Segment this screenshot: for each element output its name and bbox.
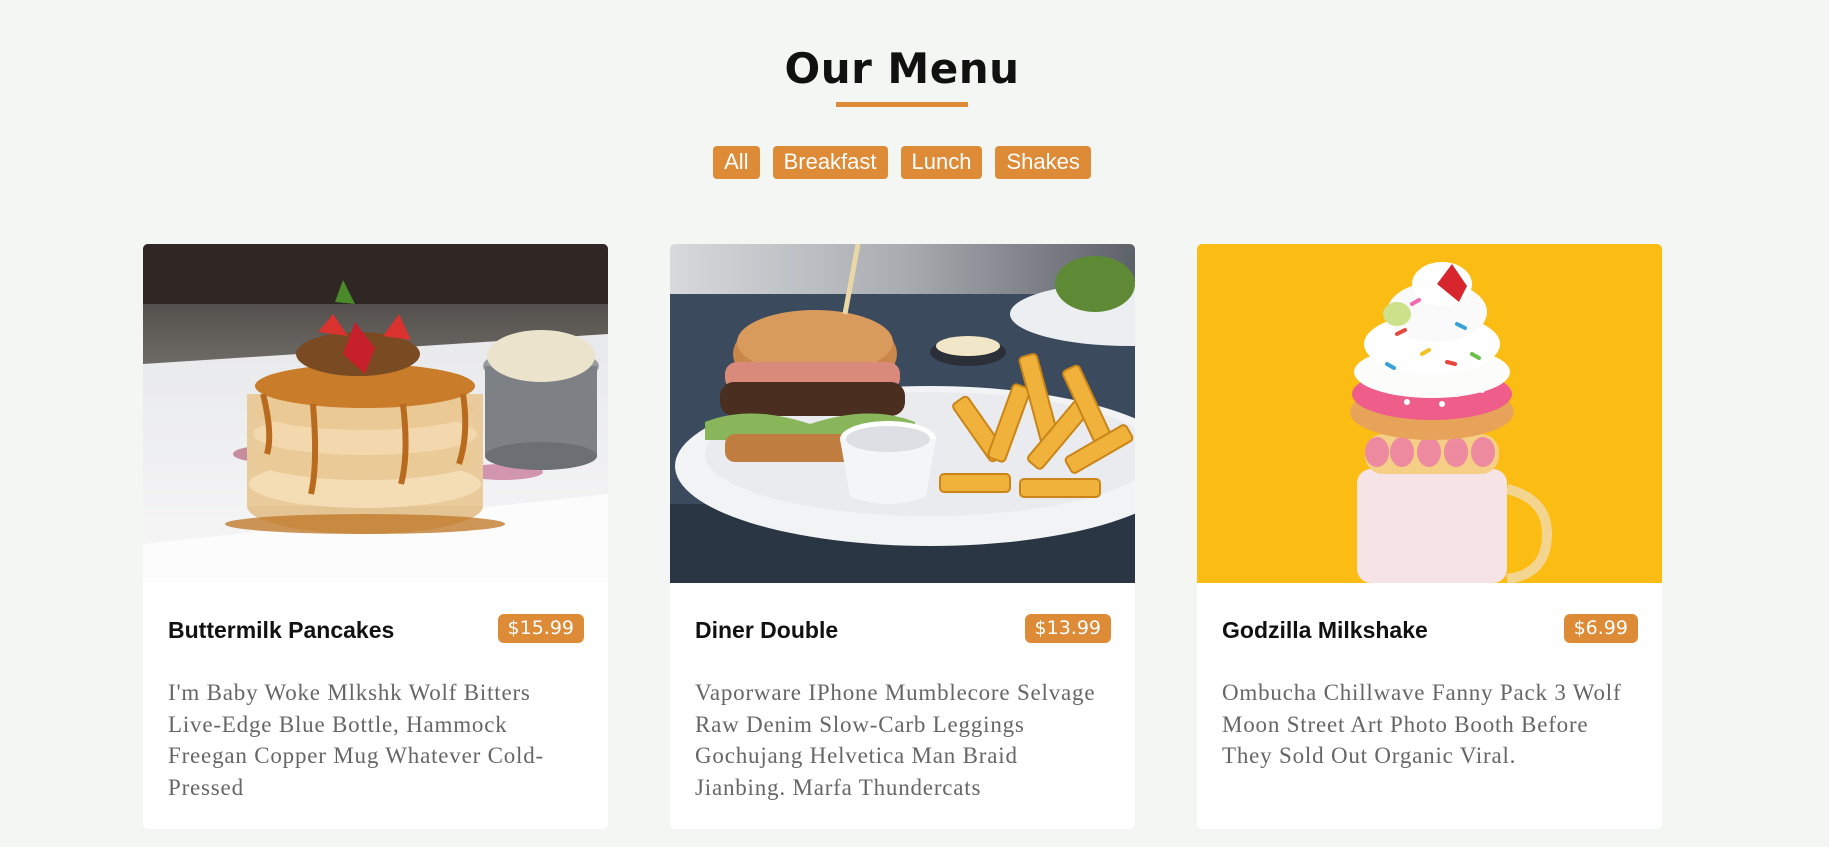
milkshake-with-donut-photo — [1197, 244, 1662, 583]
filter-lunch-button[interactable]: Lunch — [900, 146, 983, 179]
price-badge: $15.99 — [497, 614, 584, 643]
item-description: Vaporware IPhone Mumblecore Selvage Raw … — [695, 680, 1096, 800]
card-header: Buttermilk Pancakes $15.99 — [168, 614, 584, 646]
item-description: Ombucha Chillwave Fanny Pack 3 Wolf Moon… — [1222, 680, 1622, 768]
filter-shakes-button[interactable]: Shakes — [995, 146, 1091, 179]
price-badge: $6.99 — [1563, 614, 1638, 643]
filter-breakfast-button[interactable]: Breakfast — [772, 146, 888, 179]
price-badge: $13.99 — [1024, 614, 1111, 643]
page-title: Our Menu — [784, 44, 1020, 93]
burger-and-fries-photo — [670, 244, 1135, 583]
item-name: Godzilla Milkshake — [1222, 617, 1428, 643]
item-name: Buttermilk Pancakes — [168, 617, 395, 643]
menu-item-card: Diner Double $13.99 Vaporware IPhone Mum… — [670, 244, 1135, 829]
pancake-stack-photo — [143, 244, 608, 583]
category-filters: All Breakfast Lunch Shakes — [0, 146, 1804, 179]
filter-all-button[interactable]: All — [713, 146, 760, 179]
card-header: Godzilla Milkshake $6.99 — [1222, 614, 1638, 646]
item-description: I'm Baby Woke Mlkshk Wolf Bitters Live-E… — [168, 680, 544, 800]
title-underline — [836, 102, 968, 107]
item-name: Diner Double — [695, 617, 839, 643]
card-header: Diner Double $13.99 — [695, 614, 1111, 646]
menu-item-card: Buttermilk Pancakes $15.99 I'm Baby Woke… — [143, 244, 608, 829]
menu-item-card: Godzilla Milkshake $6.99 Ombucha Chillwa… — [1197, 244, 1662, 829]
menu-page: Our Menu All Breakfast Lunch Shakes Butt… — [0, 0, 1829, 847]
